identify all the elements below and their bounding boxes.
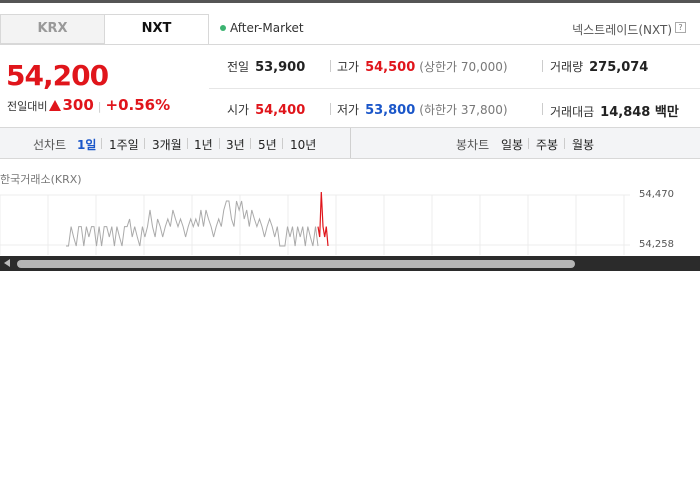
change-percent: +0.56% xyxy=(105,96,171,114)
change-value: 300 xyxy=(62,96,94,114)
period-1y[interactable]: 1년 xyxy=(194,136,213,153)
tab-krx[interactable]: KRX xyxy=(0,14,105,44)
arrow-left-icon[interactable] xyxy=(4,259,10,267)
lower-limit: (하한가 37,800) xyxy=(419,103,508,117)
period-1d[interactable]: 1일 xyxy=(77,136,96,153)
stat-label: 저가 xyxy=(337,103,360,117)
exchange-name: 넥스트레이드(NXT) xyxy=(572,23,672,37)
stat-prev-close: 전일 53,900 xyxy=(227,58,305,75)
period-1w[interactable]: 1주일 xyxy=(109,136,139,153)
divider xyxy=(250,138,251,149)
stat-volume: 거래량 275,074 xyxy=(550,58,648,75)
divider xyxy=(330,60,331,72)
stat-value: 53,900 xyxy=(255,60,306,75)
stat-value: 53,800 xyxy=(365,103,416,118)
bar-divider xyxy=(350,128,351,158)
stat-value: 275,074 xyxy=(589,60,649,75)
stat-value: 14,848 백만 xyxy=(600,105,679,120)
status-dot-icon xyxy=(220,25,226,31)
current-price: 54,200 xyxy=(6,59,109,92)
upper-limit: (상한가 70,000) xyxy=(419,60,508,74)
stat-value: 54,400 xyxy=(255,103,306,118)
stat-label: 거래대금 xyxy=(550,105,595,119)
change-label: 전일대비 xyxy=(7,100,48,113)
line-chart-label: 선차트 xyxy=(33,138,67,152)
stat-label: 고가 xyxy=(337,60,360,74)
candle-monthly[interactable]: 월봉 xyxy=(572,136,594,153)
period-bar: 선차트 1일 1주일 3개월 1년 3년 5년 10년 봉차트 일봉 주봉 월봉 xyxy=(0,127,700,159)
divider xyxy=(187,138,188,149)
stat-high: 고가 54,500 (상한가 70,000) xyxy=(337,58,508,75)
divider xyxy=(144,138,145,149)
row-divider xyxy=(209,88,700,89)
stats-grid: 전일 53,900 고가 54,500 (상한가 70,000) 거래량 275,074… xyxy=(209,44,700,128)
stat-value: 54,500 xyxy=(365,60,416,75)
divider xyxy=(542,60,543,72)
chart-svg xyxy=(0,191,630,255)
tab-nxt[interactable]: NXT xyxy=(104,14,209,45)
divider xyxy=(542,103,543,115)
scrollbar-thumb[interactable] xyxy=(17,260,575,268)
horizontal-scrollbar[interactable] xyxy=(0,256,700,271)
stat-open: 시가 54,400 xyxy=(227,101,305,118)
divider xyxy=(282,138,283,149)
candle-chart-label: 봉차트 xyxy=(456,138,490,152)
divider xyxy=(330,103,331,115)
candle-weekly[interactable]: 주봉 xyxy=(536,136,558,153)
divider xyxy=(101,138,102,149)
stat-label: 전일 xyxy=(227,60,250,74)
price-change: 전일대비 300 | +0.56% xyxy=(7,96,170,114)
y-tick-label: 54,258 xyxy=(639,239,674,250)
session-status-label: After-Market xyxy=(230,21,304,35)
stat-low: 저가 53,800 (하한가 37,800) xyxy=(337,101,508,118)
price-block: 54,200 전일대비 300 | +0.56% xyxy=(0,44,209,128)
candle-daily[interactable]: 일봉 xyxy=(501,136,523,153)
separator: | xyxy=(97,100,102,113)
y-tick-label: 54,470 xyxy=(639,189,674,200)
divider xyxy=(564,138,565,149)
stock-widget: KRX NXT After-Market 넥스트레이드(NXT) ? 54,20… xyxy=(0,3,700,271)
series-line xyxy=(317,191,329,247)
session-status: After-Market xyxy=(220,21,304,35)
help-icon[interactable]: ? xyxy=(675,22,686,33)
stat-label: 시가 xyxy=(227,103,250,117)
period-3m[interactable]: 3개월 xyxy=(152,136,182,153)
period-5y[interactable]: 5년 xyxy=(258,136,277,153)
price-chart: 54,470 54,258 xyxy=(0,183,700,255)
stat-trade-value: 거래대금 14,848 백만 xyxy=(550,101,679,120)
period-10y[interactable]: 10년 xyxy=(290,136,316,153)
stat-label: 거래량 xyxy=(550,60,584,74)
up-triangle-icon xyxy=(49,100,62,111)
divider xyxy=(528,138,529,149)
period-3y[interactable]: 3년 xyxy=(226,136,245,153)
divider xyxy=(219,138,220,149)
